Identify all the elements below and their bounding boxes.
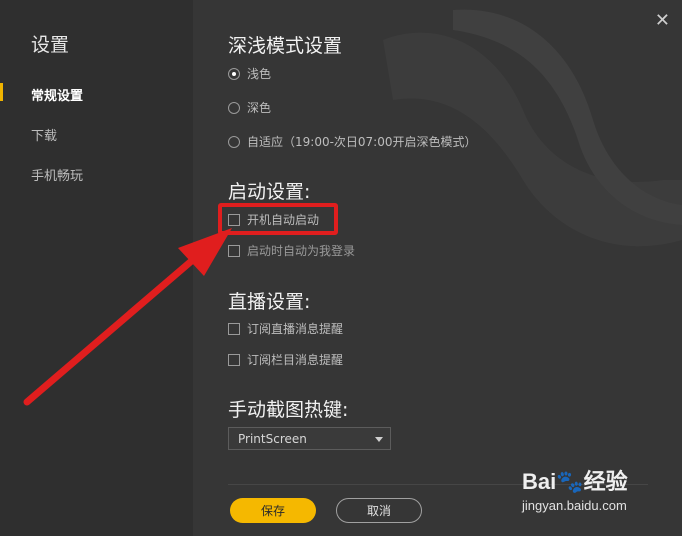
watermark: Bai🐾经验 jingyan.baidu.com (522, 464, 628, 513)
watermark-url: jingyan.baidu.com (522, 498, 627, 513)
annotation-arrow-icon (23, 228, 232, 406)
watermark-logo: Bai🐾经验 (522, 469, 628, 494)
settings-window: 设置 常规设置 下载 手机畅玩 ✕ 深浅模式设置 浅色 深色 自适应（19:00… (0, 0, 682, 536)
